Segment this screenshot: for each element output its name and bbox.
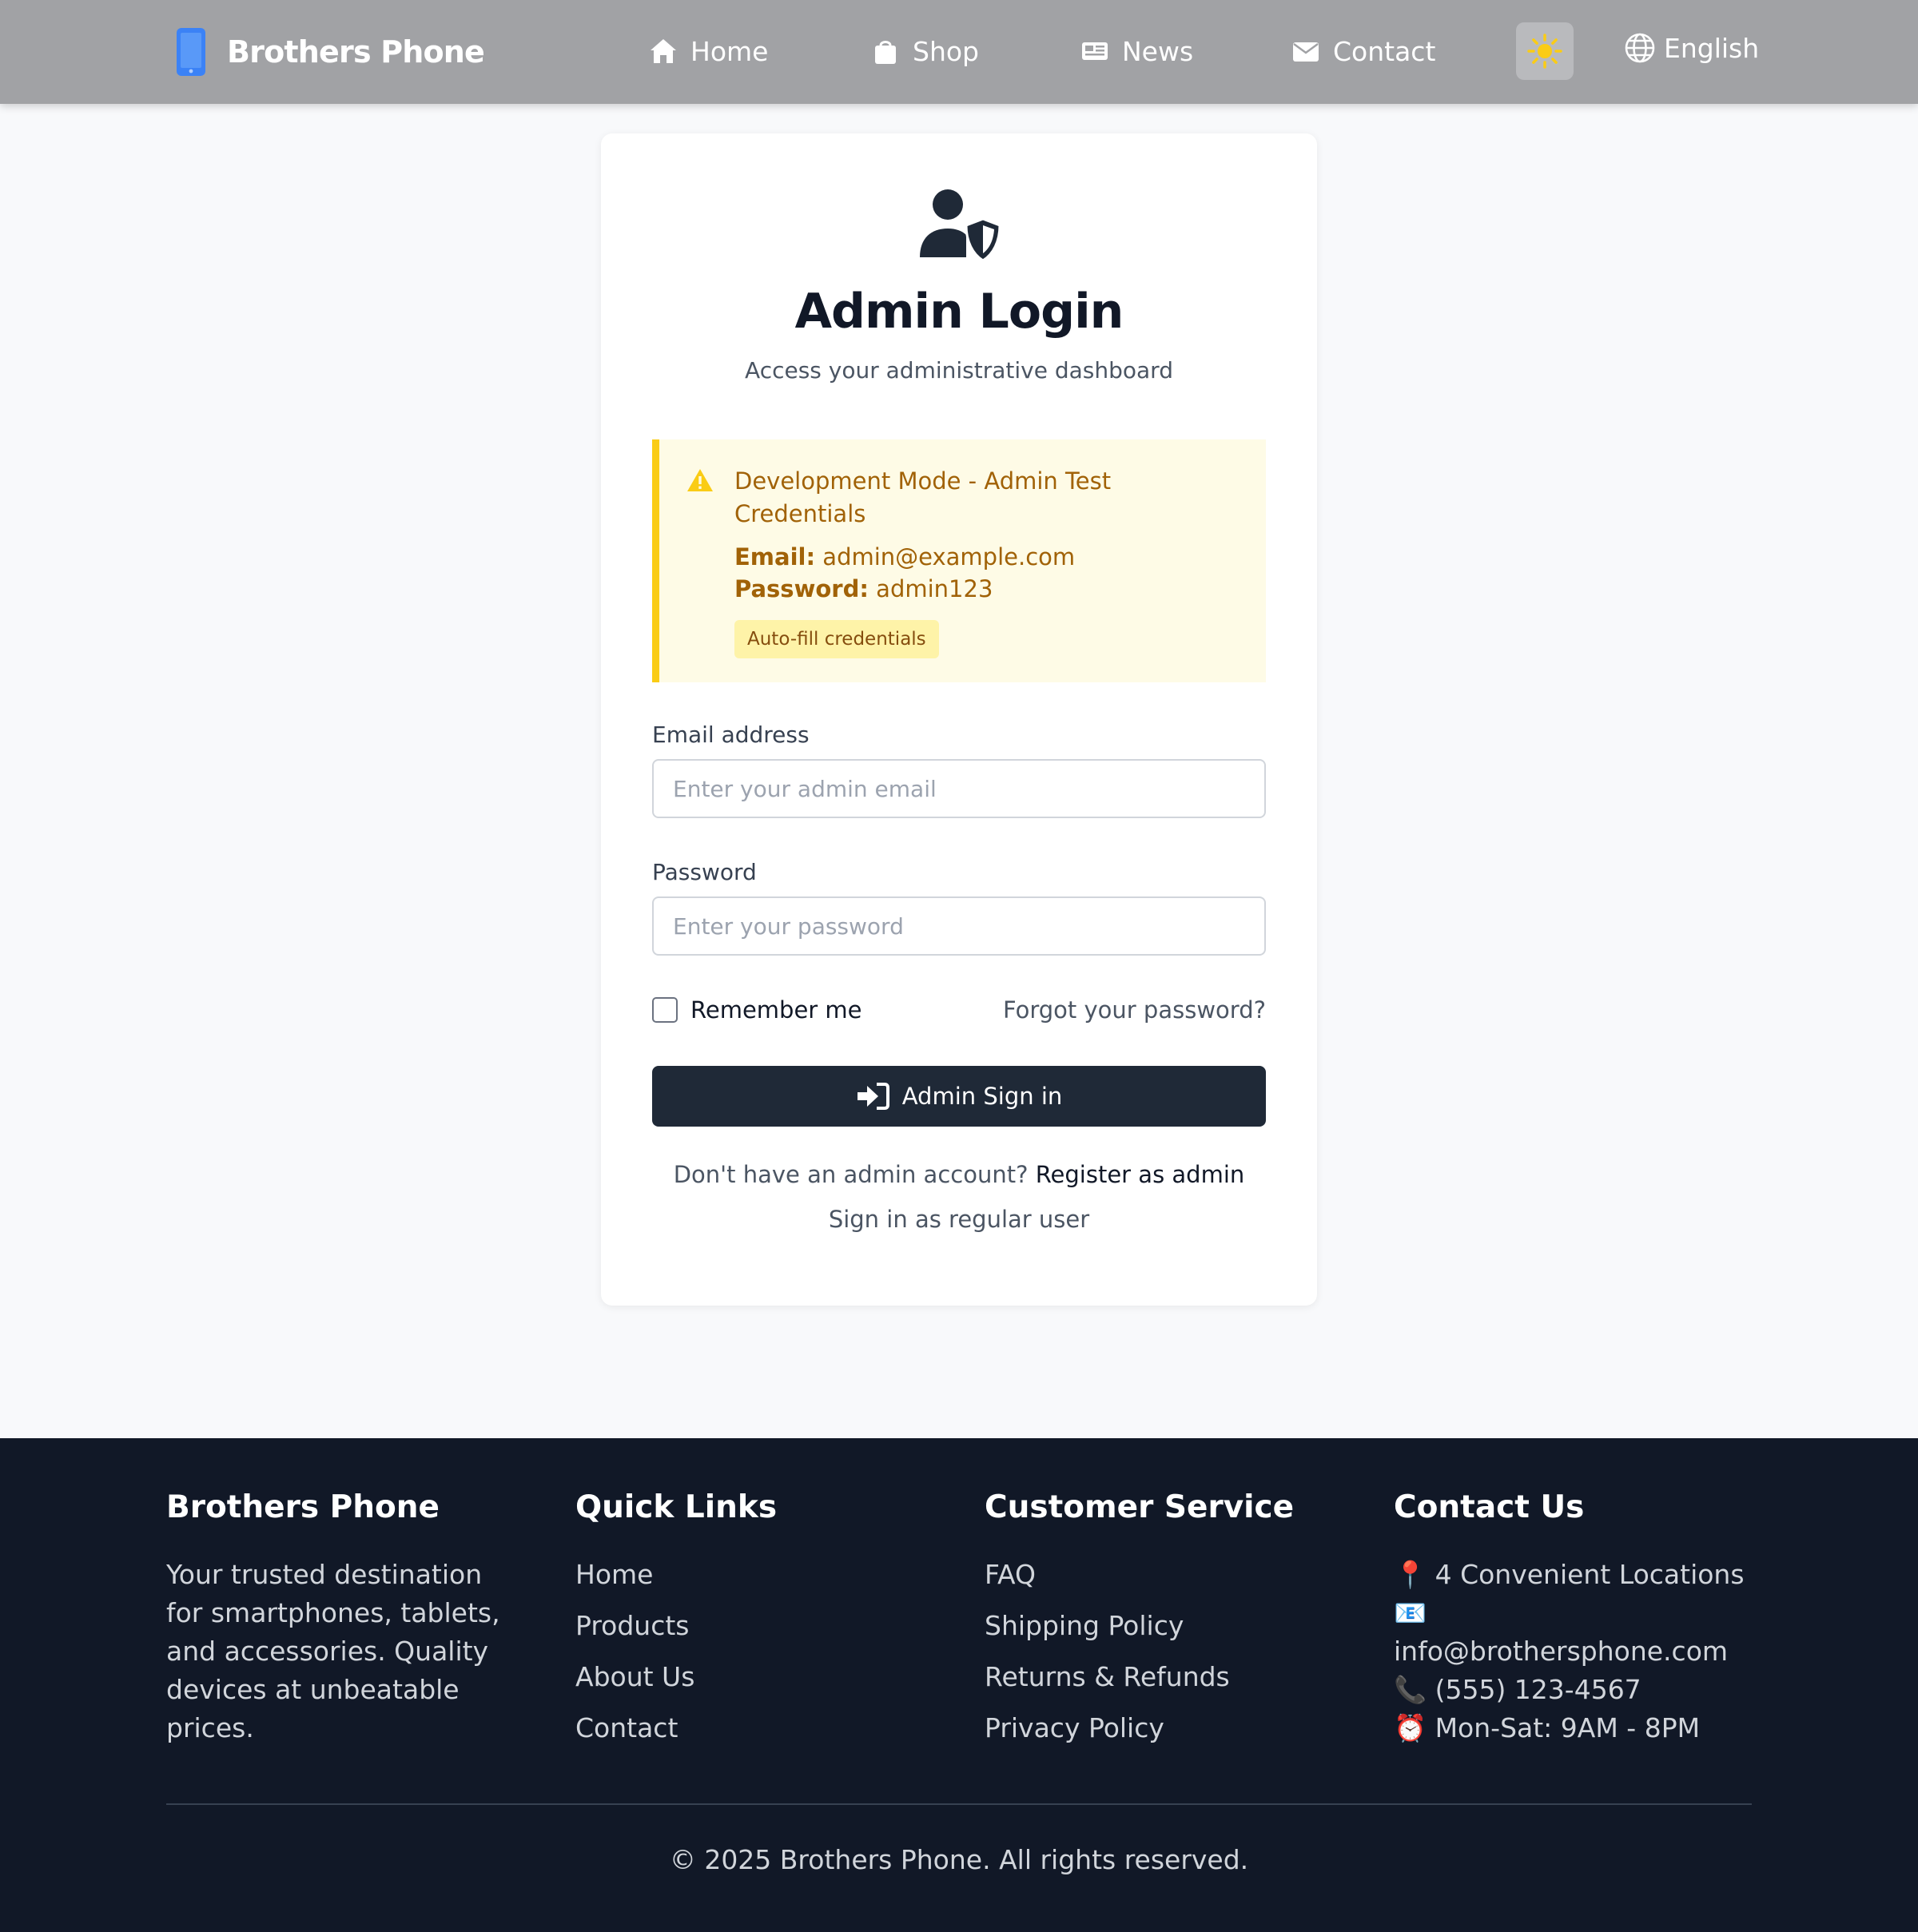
email-label: Email address [652, 722, 810, 748]
warning-icon [686, 468, 714, 492]
password-field[interactable] [652, 896, 1266, 956]
dev-email-label: Email: [734, 543, 816, 570]
footer-brand-title: Brothers Phone [166, 1489, 440, 1525]
footer-link-products[interactable]: Products [575, 1607, 935, 1658]
globe-icon [1625, 33, 1655, 63]
sun-icon [1527, 34, 1562, 69]
nav-news-label: News [1122, 35, 1194, 67]
copyright: © 2025 Brothers Phone. All rights reserv… [669, 1844, 1249, 1875]
nav-shop[interactable]: Shop [871, 30, 979, 72]
regular-user-row: Sign in as regular user [601, 1206, 1317, 1233]
admin-login-card: Admin Login Access your administrative d… [601, 133, 1317, 1306]
footer-quick-links-title: Quick Links [575, 1489, 778, 1525]
nav-contact-label: Contact [1333, 35, 1436, 67]
autofill-credentials-button[interactable]: Auto-fill credentials [734, 620, 939, 658]
register-row: Don't have an admin account? Register as… [601, 1161, 1317, 1188]
user-shield-icon [920, 189, 1000, 262]
footer-quick-links-column: Quick Links Home Products About Us Conta… [575, 1489, 935, 1760]
email-field[interactable] [652, 759, 1266, 818]
footer: Brothers Phone Your trusted destination … [0, 1438, 1918, 1932]
footer-contact-email: 📧 info@brothersphone.com [1394, 1597, 1729, 1667]
forgot-password-link[interactable]: Forgot your password? [1003, 996, 1266, 1024]
footer-contact-phone: 📞 (555) 123-4567 [1394, 1674, 1641, 1705]
footer-brand-description: Your trusted destination for smartphones… [166, 1559, 500, 1743]
footer-contact-title: Contact Us [1394, 1489, 1585, 1525]
footer-link-shipping[interactable]: Shipping Policy [985, 1607, 1344, 1658]
remember-me: Remember me [652, 996, 862, 1024]
regular-user-sign-in-link[interactable]: Sign in as regular user [829, 1206, 1089, 1233]
footer-contact-column: Contact Us 📍 4 Convenient Locations 📧 in… [1394, 1489, 1761, 1747]
nav-news[interactable]: News [1080, 30, 1193, 72]
dev-password-value: admin123 [876, 575, 993, 602]
nav-home-label: Home [690, 35, 769, 67]
envelope-icon [1293, 42, 1319, 62]
page-subtitle: Access your administrative dashboard [745, 357, 1173, 384]
newspaper-icon [1082, 42, 1108, 60]
register-admin-link[interactable]: Register as admin [1036, 1161, 1245, 1188]
footer-link-about[interactable]: About Us [575, 1658, 935, 1709]
footer-contact-hours: ⏰ Mon-Sat: 9AM - 8PM [1394, 1712, 1701, 1743]
language-label: English [1664, 32, 1760, 64]
footer-brand-column: Brothers Phone Your trusted destination … [166, 1489, 526, 1747]
home-icon [651, 39, 676, 63]
footer-contact-locations: 📍 4 Convenient Locations [1394, 1559, 1745, 1590]
page-title: Admin Login [794, 284, 1124, 340]
navbar: Brothers Phone Home Shop News Contact En… [0, 0, 1918, 104]
footer-link-faq[interactable]: FAQ [985, 1556, 1344, 1607]
theme-toggle-button[interactable] [1516, 22, 1574, 80]
nav-contact[interactable]: Contact [1291, 30, 1435, 72]
brand-logo[interactable]: Brothers Phone [174, 24, 485, 80]
dev-notice-title: Development Mode - Admin Test Credential… [734, 467, 1112, 527]
footer-link-contact[interactable]: Contact [575, 1709, 935, 1760]
remember-me-label: Remember me [690, 996, 862, 1024]
brand-name: Brothers Phone [227, 34, 485, 70]
dev-credentials-notice: Development Mode - Admin Test Credential… [652, 439, 1266, 682]
footer-customer-service-title: Customer Service [985, 1489, 1295, 1525]
admin-sign-in-button[interactable]: Admin Sign in [652, 1066, 1266, 1127]
mobile-phone-icon [177, 28, 205, 76]
footer-divider [166, 1803, 1752, 1805]
sign-in-icon [857, 1083, 889, 1110]
language-selector[interactable]: English [1624, 27, 1759, 69]
register-prompt: Don't have an admin account? [673, 1161, 1029, 1188]
password-label: Password [652, 859, 757, 885]
footer-link-privacy[interactable]: Privacy Policy [985, 1709, 1344, 1760]
footer-customer-service-column: Customer Service FAQ Shipping Policy Ret… [985, 1489, 1344, 1760]
shopping-bag-icon [875, 41, 896, 64]
dev-email-line: Email: admin@example.com [734, 543, 1075, 570]
dev-password-label: Password: [734, 575, 869, 602]
dev-email-value: admin@example.com [822, 543, 1076, 570]
nav-shop-label: Shop [913, 35, 979, 67]
remember-me-checkbox[interactable] [652, 997, 678, 1023]
admin-sign-in-label: Admin Sign in [901, 1083, 1063, 1110]
footer-link-home[interactable]: Home [575, 1556, 935, 1607]
dev-password-line: Password: admin123 [734, 575, 993, 602]
footer-link-returns[interactable]: Returns & Refunds [985, 1658, 1344, 1709]
nav-home[interactable]: Home [649, 30, 768, 72]
